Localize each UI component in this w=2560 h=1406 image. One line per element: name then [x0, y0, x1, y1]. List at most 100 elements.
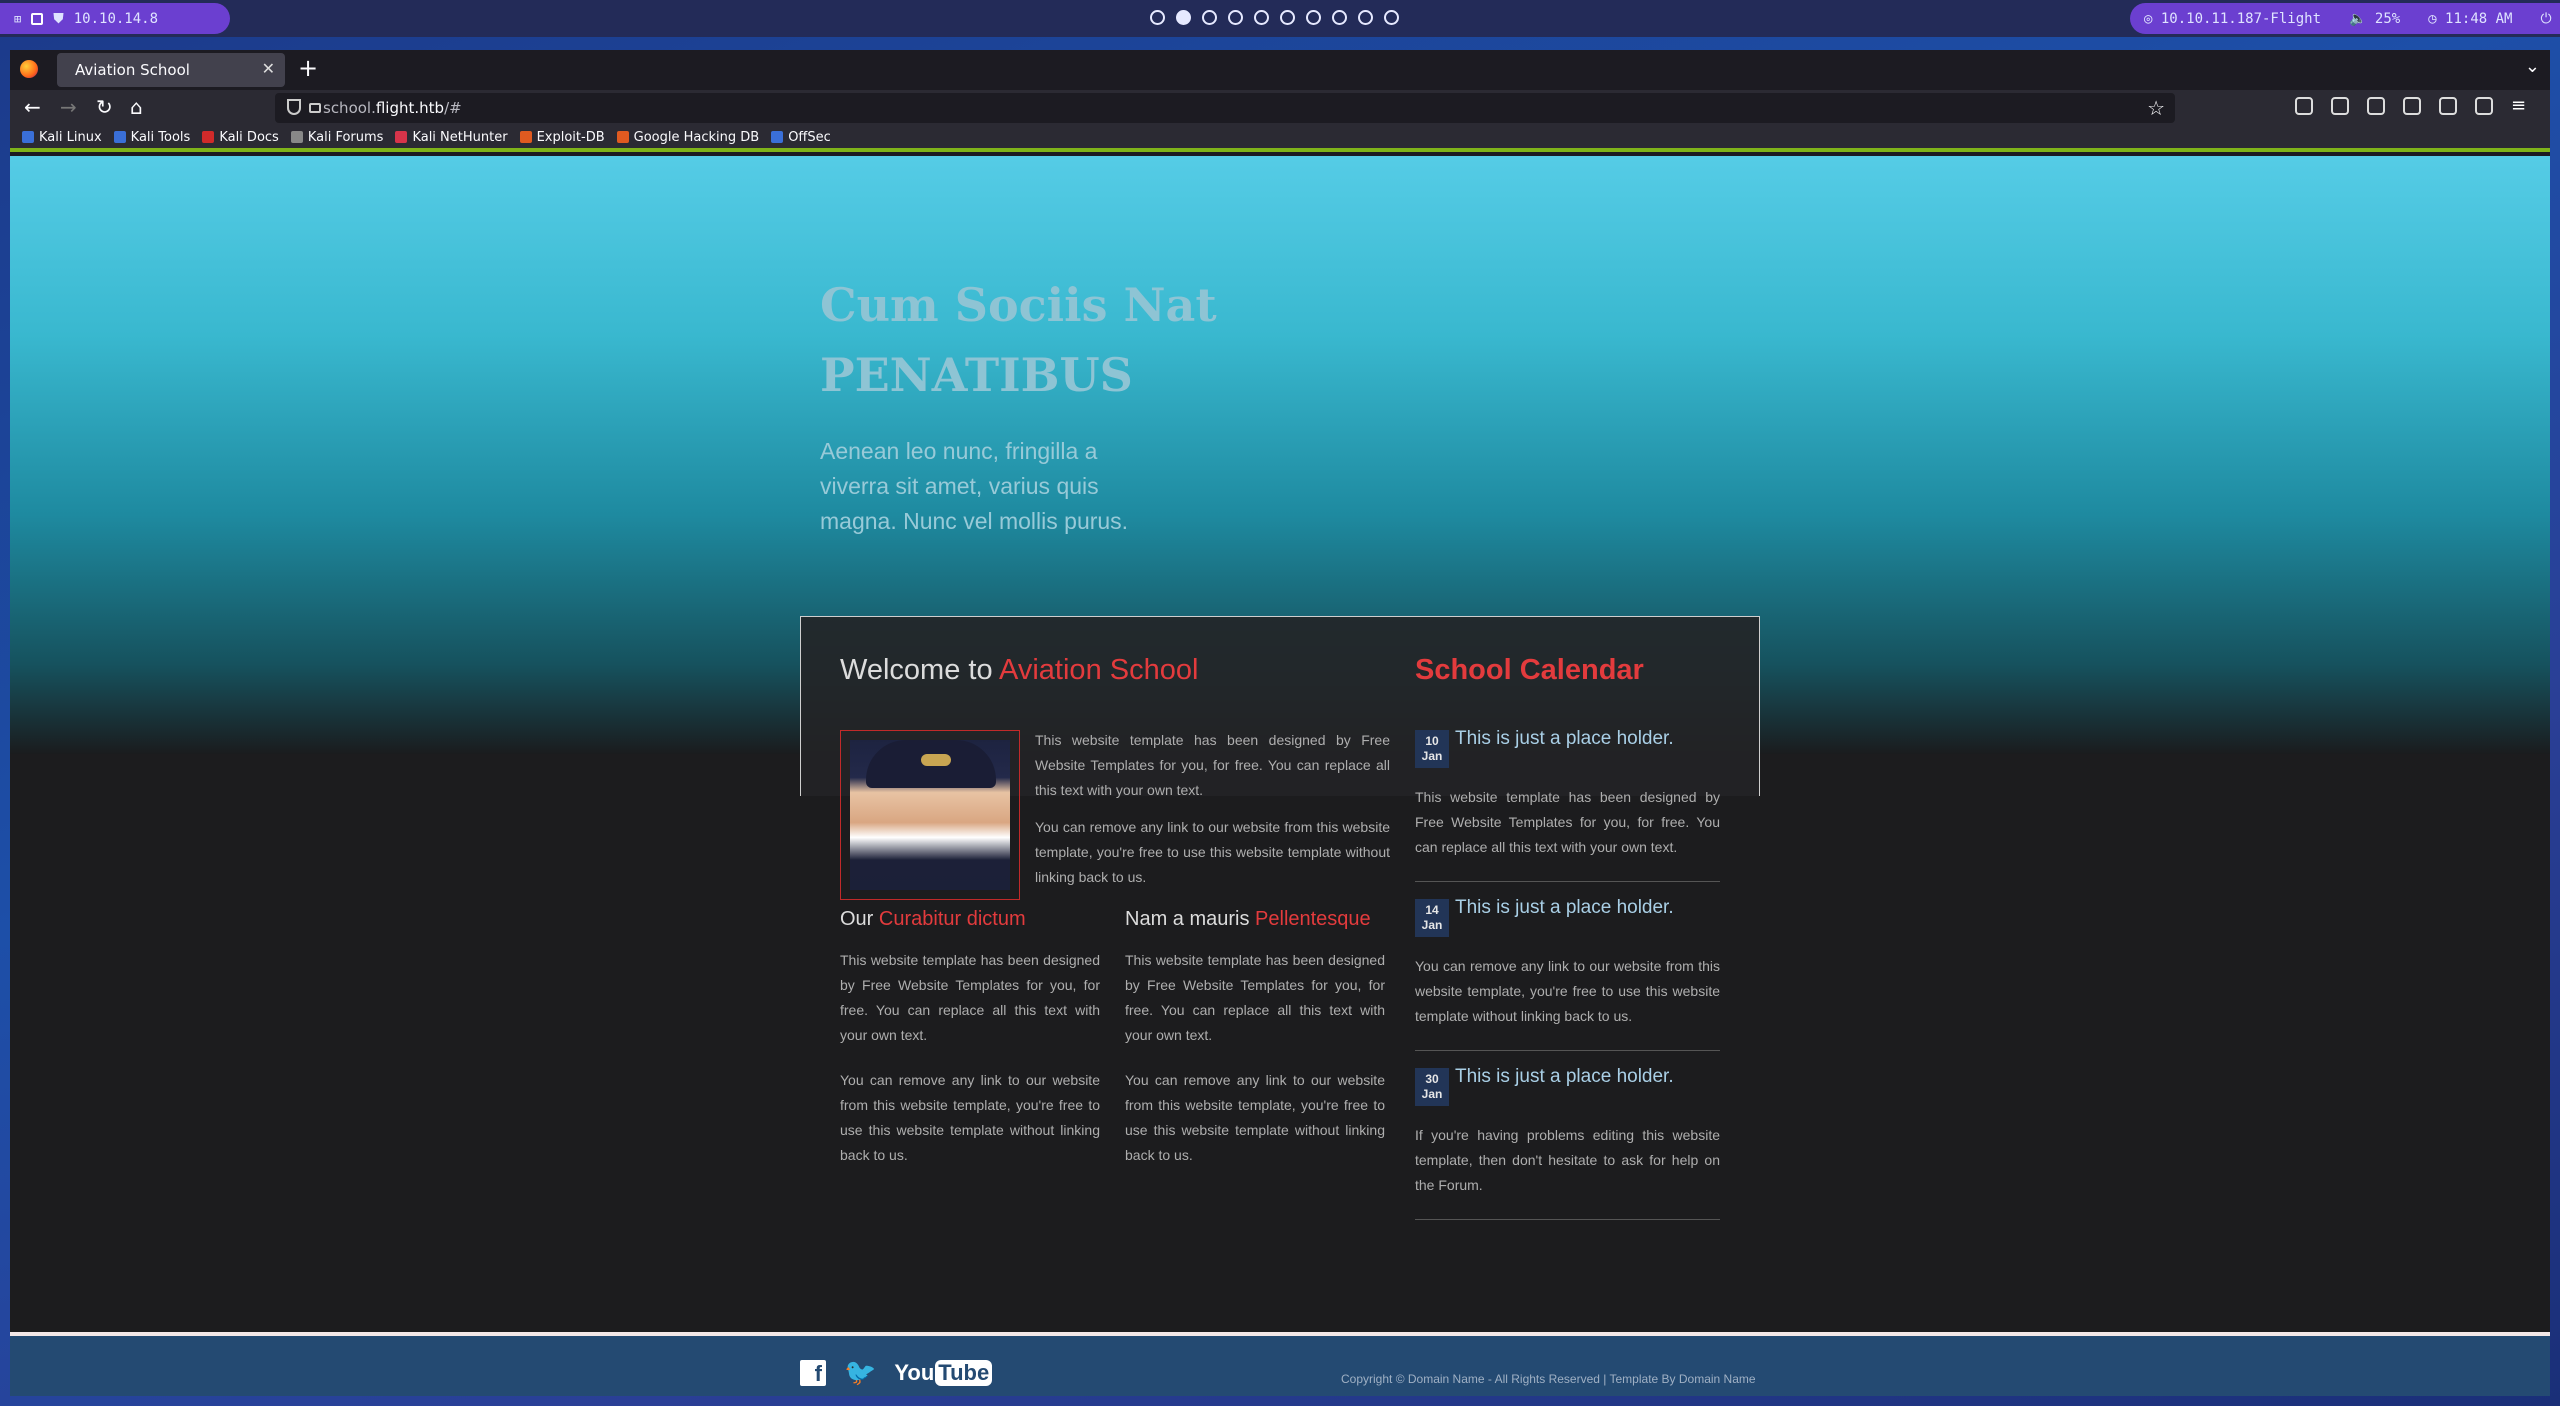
local-ip: 10.10.14.8 [73, 10, 159, 27]
workspace-dot[interactable] [1306, 10, 1321, 25]
forward-button[interactable]: → [60, 95, 77, 119]
workspace-dot[interactable] [1332, 10, 1347, 25]
calendar-event: 30 Jan This is just a place holder. If yo… [1415, 1066, 1720, 1220]
bookmark-favicon-icon [290, 131, 303, 143]
clock-time: 11:48 AM [2445, 10, 2513, 27]
panel-left-section: ⊞ ⛊ 10.10.14.8 [0, 3, 230, 34]
bookmark-item[interactable]: Kali Forums [290, 129, 384, 145]
bookmark-label: Kali Docs [219, 129, 279, 145]
pocket-icon[interactable] [2295, 97, 2313, 115]
tracking-shield-icon[interactable] [287, 99, 301, 115]
home-button[interactable]: ⌂ [130, 95, 143, 119]
workspace-dot[interactable] [1280, 10, 1295, 25]
list-tabs-button[interactable]: ⌄ [2525, 56, 2540, 77]
workspace-dot[interactable] [1176, 10, 1191, 25]
bookmark-item[interactable]: Kali NetHunter [395, 129, 508, 145]
url-prefix: school. [323, 99, 376, 117]
cap-badge [921, 754, 951, 766]
web-page: Cum Sociis Nat PENATIBUS Aenean leo nunc… [10, 156, 2550, 1396]
pilot-image [850, 740, 1010, 890]
wappalyzer-icon[interactable] [2475, 97, 2493, 115]
facebook-icon[interactable]: f [800, 1360, 826, 1386]
firefox-icon [20, 60, 38, 78]
addon-icon[interactable] [2367, 97, 2385, 115]
event-month: Jan [1421, 749, 1443, 763]
welcome-highlight: Aviation School [999, 654, 1199, 686]
url-host: flight.htb [375, 99, 445, 117]
event-day: 30 [1425, 1072, 1439, 1086]
panel-right-section: ◎ 10.10.11.187-Flight 🔈 25% ◷ 11:48 AM ⏻ [2130, 3, 2560, 34]
bookmark-label: Google Hacking DB [633, 129, 760, 145]
event-day: 14 [1425, 903, 1439, 917]
bookmarks-toolbar: Kali Linux Kali Tools Kali Docs Kali Forums… [10, 126, 2550, 152]
close-tab-icon[interactable]: ✕ [262, 59, 275, 78]
event-title[interactable]: This is just a place holder. [1455, 1066, 1674, 1088]
event-title[interactable]: This is just a place holder. [1455, 897, 1674, 919]
hero-title: Cum Sociis Nat PENATIBUS [820, 270, 1240, 410]
event-date: 10 Jan [1415, 730, 1449, 768]
event-month: Jan [1421, 918, 1443, 932]
bookmark-favicon-icon [202, 131, 215, 143]
bookmark-item[interactable]: Google Hacking DB [616, 129, 760, 145]
column-2-text: This website template has been designed … [1125, 948, 1385, 1168]
toolbar-extensions: ≡ [2295, 97, 2529, 115]
column-1-highlight: Curabitur dictum [878, 908, 1026, 930]
twitter-icon[interactable]: 🐦 [844, 1358, 876, 1388]
bookmark-label: Kali Forums [307, 129, 384, 145]
youtube-you: You [894, 1360, 935, 1385]
bookmark-item[interactable]: Exploit-DB [519, 130, 605, 145]
menu-icon[interactable]: ≡ [2511, 97, 2529, 115]
site-info-icon[interactable] [309, 103, 321, 113]
bookmark-item[interactable]: Kali Linux [22, 130, 102, 145]
bookmark-item[interactable]: Kali Tools [113, 129, 191, 145]
tab-aviation-school[interactable]: Aviation School ✕ [57, 53, 285, 87]
window-icon[interactable] [31, 12, 44, 25]
tab-title: Aviation School [75, 61, 190, 79]
extensions-icon[interactable] [2331, 97, 2349, 115]
bookmark-label: Kali Tools [130, 129, 191, 145]
foxyproxy-icon[interactable] [2403, 97, 2421, 115]
calendar-heading: School Calendar [1415, 654, 1644, 686]
power-icon[interactable]: ⏻ [2540, 11, 2551, 27]
event-text: If you're having problems editing this w… [1415, 1127, 1720, 1193]
workspace-dot[interactable] [1202, 10, 1217, 25]
column-1-heading: Our Curabitur dictum [840, 908, 1026, 931]
url-bar[interactable]: school. flight.htb/# ☆ [275, 93, 2175, 123]
bookmark-favicon-icon [519, 131, 532, 143]
back-button[interactable]: ← [24, 95, 41, 119]
settings-icon[interactable] [2439, 97, 2457, 115]
volume-indicator[interactable]: 🔈 25% [2349, 11, 2400, 27]
event-date: 30 Jan [1415, 1068, 1449, 1106]
workspace-switcher[interactable] [1150, 10, 1399, 25]
bookmark-item[interactable]: Kali Docs [202, 130, 279, 145]
workspace-dot[interactable] [1254, 10, 1269, 25]
url-suffix: /# [444, 99, 462, 117]
desktop-panel: ⊞ ⛊ 10.10.14.8 ◎ 10.10.11.187-Flight 🔈 2… [0, 0, 2560, 37]
workspace-dot[interactable] [1150, 10, 1165, 25]
copyright-text: Copyright © Domain Name - All Rights Res… [1341, 1372, 1756, 1386]
browser-window: Aviation School ✕ + ⌄ ← → ↻ ⌂ school. fli… [10, 50, 2550, 1396]
bookmark-star-icon[interactable]: ☆ [2147, 96, 2165, 120]
welcome-heading: Welcome to Aviation School [840, 654, 1198, 687]
bookmark-item[interactable]: OffSec [771, 130, 831, 145]
youtube-icon[interactable]: You Tube [894, 1360, 993, 1386]
hero-title-line1: Cum Sociis Nat [820, 278, 1217, 332]
workspace-dot[interactable] [1384, 10, 1399, 25]
event-title[interactable]: This is just a place holder. [1455, 728, 1674, 750]
column-1-paragraph-1: This website template has been designed … [840, 952, 1100, 1043]
youtube-tube: Tube [935, 1360, 993, 1386]
workspace-dot[interactable] [1228, 10, 1243, 25]
reload-button[interactable]: ↻ [96, 95, 113, 119]
apps-grid-icon[interactable]: ⊞ [14, 12, 21, 26]
calendar-event: 14 Jan This is just a place holder. You c… [1415, 897, 1720, 1051]
column-2-paragraph-2: You can remove any link to our website f… [1125, 1072, 1385, 1163]
hero-title-line2: PENATIBUS [820, 348, 1133, 402]
new-tab-button[interactable]: + [298, 54, 318, 82]
workspace-dot[interactable] [1358, 10, 1373, 25]
calendar-event: 10 Jan This is just a place holder. This … [1415, 728, 1720, 882]
bookmark-favicon-icon [113, 131, 126, 143]
target-indicator: ◎ 10.10.11.187-Flight [2144, 10, 2322, 27]
nav-toolbar: ← → ↻ ⌂ school. flight.htb/# ☆ ≡ [10, 90, 2550, 126]
column-1-paragraph-2: You can remove any link to our website f… [840, 1072, 1100, 1163]
bookmark-label: Kali NetHunter [412, 129, 508, 145]
